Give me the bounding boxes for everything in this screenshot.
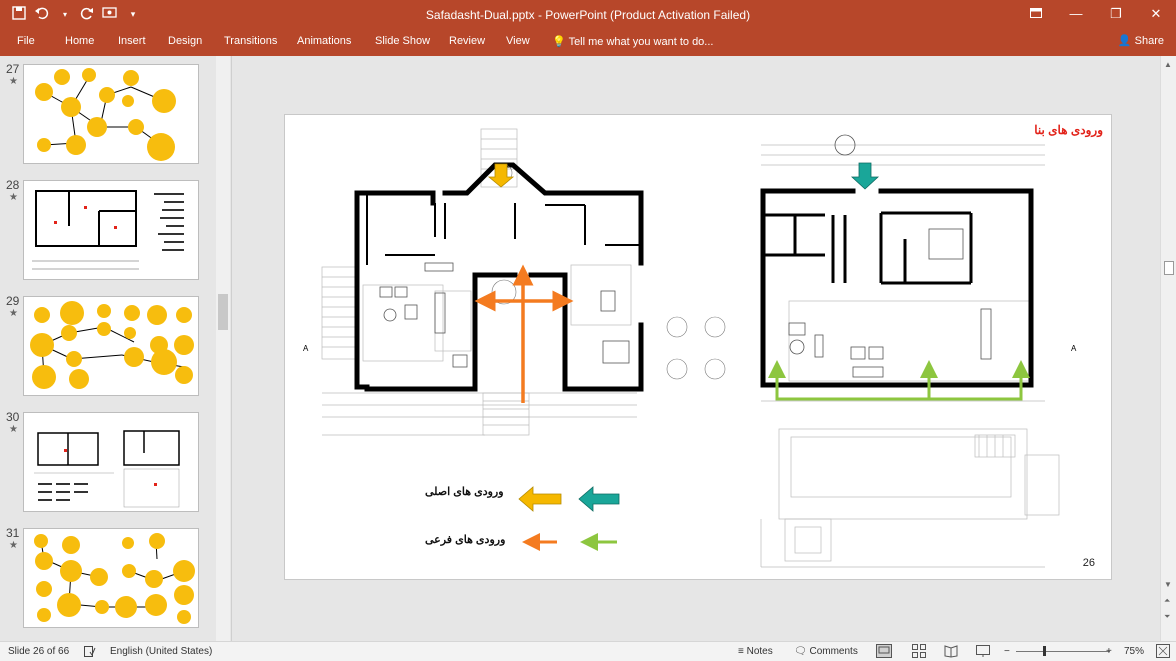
tab-home[interactable]: Home (65, 35, 94, 47)
tab-design[interactable]: Design (168, 35, 202, 47)
window-title: Safadasht-Dual.pptx - PowerPoint (Produc… (425, 8, 751, 22)
floor-plans-drawing: A A (303, 128, 1077, 568)
legend-main-teal-arrow (578, 486, 620, 512)
thumb-number: 30 (6, 410, 20, 424)
title-bar: ▾ ▾ Safadasht-Dual.pptx - PowerPoint (Pr… (0, 0, 1176, 30)
scroll-up-icon[interactable]: ▲ (1164, 60, 1172, 69)
animation-star-icon: ★ (9, 424, 18, 435)
legend-main-label: ورودی های اصلی (425, 486, 504, 498)
main-scrollbar[interactable]: ▲ ▼ ⏶ ⏷ (1160, 56, 1176, 641)
slide-show-icon[interactable] (976, 644, 990, 661)
thumb-number: 31 (6, 526, 20, 540)
animation-star-icon: ★ (9, 76, 18, 87)
tab-review[interactable]: Review (449, 35, 485, 47)
tab-transitions[interactable]: Transitions (224, 35, 277, 47)
notes-button[interactable]: ≡ Notes (738, 646, 773, 657)
tab-animations[interactable]: Animations (297, 35, 351, 47)
minimize-icon[interactable]: — (1056, 0, 1096, 30)
thumbnail-slide-27[interactable] (23, 64, 199, 164)
thumb-number: 29 (6, 294, 20, 308)
section-marker-left: A (303, 344, 309, 353)
thumbnail-scrollbar[interactable] (216, 56, 230, 641)
previous-slide-icon[interactable]: ⏶ (1164, 596, 1170, 606)
lightbulb-icon: 💡 (552, 36, 566, 48)
normal-view-icon[interactable] (876, 644, 892, 661)
thumbnail-slide-31[interactable] (23, 528, 199, 628)
thumbnail-scroll-thumb[interactable] (218, 294, 228, 330)
left-floor-plan: A (303, 128, 726, 436)
restore-icon[interactable]: ❐ (1096, 0, 1136, 30)
zoom-slider-handle[interactable] (1043, 646, 1046, 656)
animation-star-icon: ★ (9, 540, 18, 551)
tell-me-box[interactable]: 💡 Tell me what you want to do... (552, 35, 713, 48)
legend-secondary-label: ورودی های فرعی (425, 534, 506, 546)
comments-icon: 🗨 (794, 646, 807, 657)
tab-insert[interactable]: Insert (118, 35, 146, 47)
reading-view-icon[interactable] (944, 644, 958, 661)
orange-cross-arrows (474, 264, 574, 403)
slide-editing-area: A A ورودی های بنا ورودی های اصلی ورودی ه… (232, 56, 1160, 641)
animation-star-icon: ★ (9, 192, 18, 203)
tab-file[interactable]: File (17, 35, 35, 47)
tab-slide-show[interactable]: Slide Show (375, 35, 430, 47)
slide-sorter-icon[interactable] (912, 644, 926, 661)
ribbon-display-options-icon[interactable] (1016, 0, 1056, 30)
thumbnail-slide-29[interactable] (23, 296, 199, 396)
comments-label: Comments (809, 646, 858, 657)
tell-me-text: Tell me what you want to do... (568, 36, 714, 48)
teal-entrance-arrow (850, 162, 880, 190)
thumb-number: 27 (6, 62, 20, 76)
fit-slide-icon[interactable] (1156, 644, 1170, 661)
current-slide[interactable]: A A ورودی های بنا ورودی های اصلی ورودی ه… (284, 114, 1112, 580)
person-icon: 👤 (1117, 35, 1132, 47)
scroll-down-icon[interactable]: ▼ (1164, 580, 1172, 589)
section-marker-right: A (1071, 344, 1077, 353)
slide-thumbnails-pane: 27 ★ 28 ★ 29 ★ 30 ★ 31 ★ (0, 56, 232, 641)
zoom-level[interactable]: 75% (1124, 646, 1144, 657)
slide-number: 26 (1082, 557, 1095, 569)
spell-check-icon[interactable] (84, 646, 96, 660)
animation-star-icon: ★ (9, 308, 18, 319)
slide-count: Slide 26 of 66 (8, 646, 70, 657)
next-slide-icon[interactable]: ⏷ (1164, 612, 1170, 622)
close-icon[interactable]: ✕ (1136, 0, 1176, 30)
zoom-in-icon[interactable]: + (1106, 646, 1112, 657)
notes-icon: ≡ (738, 646, 744, 657)
notes-label: Notes (746, 646, 773, 657)
share-label: Share (1134, 35, 1164, 47)
status-bar: Slide 26 of 66 English (United States) ≡… (0, 641, 1176, 661)
thumbnail-slide-30[interactable] (23, 412, 199, 512)
thumbnail-slide-28[interactable] (23, 180, 199, 280)
legend-main-yellow-arrow (518, 486, 562, 512)
ribbon-tabs: File Home Insert Design Transitions Anim… (0, 30, 1176, 56)
share-button[interactable]: 👤 Share (1118, 34, 1164, 47)
comments-button[interactable]: 🗨 Comments (794, 646, 858, 657)
zoom-out-icon[interactable]: − (1004, 646, 1010, 657)
language[interactable]: English (United States) (110, 646, 212, 657)
main-scroll-thumb[interactable] (1164, 261, 1174, 275)
slide-title: ورودی های بنا (1034, 123, 1103, 137)
right-floor-plan: A (760, 134, 1077, 568)
zoom-slider[interactable] (1016, 651, 1110, 652)
tab-view[interactable]: View (506, 35, 530, 47)
thumb-number: 28 (6, 178, 20, 192)
